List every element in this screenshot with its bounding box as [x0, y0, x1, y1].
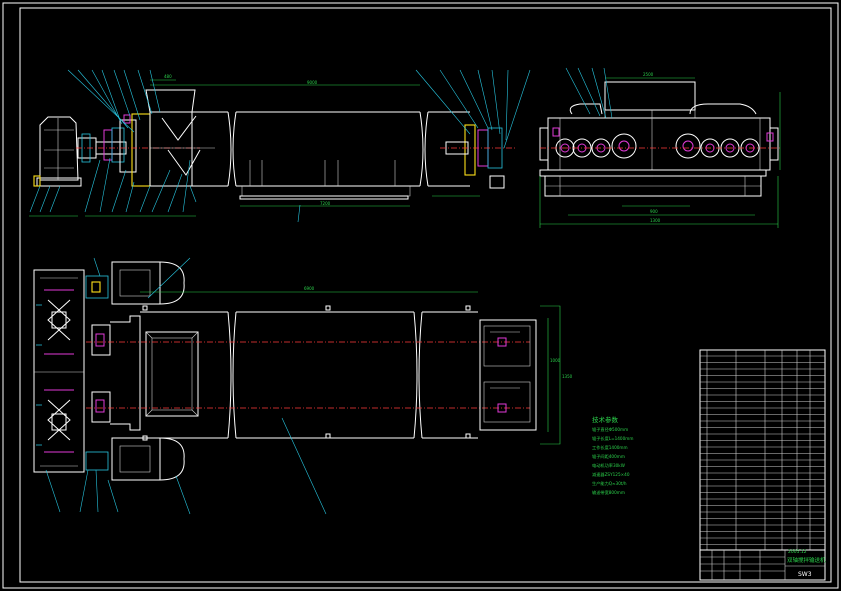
cad-drawing: 9000 7200 480 2500 1300 900 6900 1350 10… — [2, 2, 839, 589]
title-block-drawing-code: SW3 — [798, 571, 812, 578]
dim-side-top-span: 2500 — [643, 72, 654, 77]
dim-front-support-span: 7200 — [320, 201, 331, 206]
notes-line: 工作长度1400mm — [592, 444, 628, 451]
inner-border — [19, 7, 832, 583]
title-block: 双轴搅拌输送机 SW3 2005.12 — [699, 549, 826, 581]
notes-line: 减速器ZSY125×40 — [592, 471, 630, 478]
technical-notes: 技术参数 辊子直径Φ500mm 辊子长度L=1400mm 工作长度1400mm … — [592, 415, 633, 496]
dim-plan-right-width: 1350 — [562, 374, 573, 379]
parts-list-table — [699, 349, 826, 551]
dim-side-bottom-span: 1300 — [650, 218, 661, 223]
title-block-date: 2005.12 — [788, 549, 807, 555]
dim-plan-right-inner: 1000 — [550, 358, 561, 363]
dim-plan-total-length: 6900 — [304, 286, 315, 291]
notes-title: 技术参数 — [592, 415, 619, 424]
title-block-drawing-name: 双轴搅拌输送机 — [787, 556, 826, 564]
dim-front-trough-length: 9000 — [307, 80, 318, 85]
notes-line: 生产能力Q≈30t/h — [592, 480, 627, 487]
notes-line: 辊子间距400mm — [592, 453, 625, 460]
parts-list-rows — [700, 355, 825, 545]
notes-line: 电动机功率30kW — [592, 462, 625, 469]
plan-gearbox-details — [36, 289, 74, 453]
notes-line: 辊子直径Φ500mm — [592, 426, 628, 433]
notes-line: 输送带宽800mm — [592, 489, 625, 496]
notes-line: 辊子长度L=1400mm — [592, 435, 633, 442]
plan-view: 6900 1350 1000 — [33, 257, 573, 515]
outer-border — [2, 2, 839, 589]
dim-front-left-small: 480 — [164, 74, 172, 79]
side-view-rolls — [555, 133, 760, 159]
side-view: 2500 1300 900 — [539, 67, 781, 228]
dim-side-lower-span: 900 — [650, 209, 658, 214]
front-elevation-view: 9000 7200 480 — [29, 69, 531, 223]
